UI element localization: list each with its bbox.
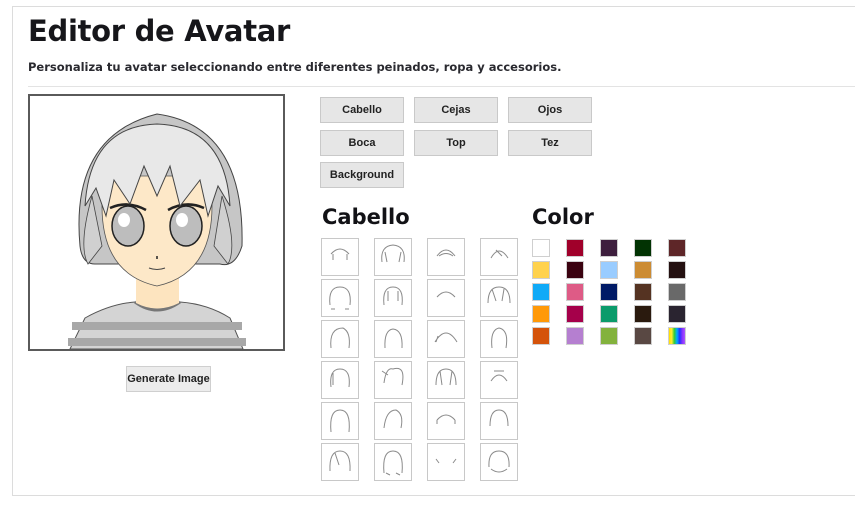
hairstyle-option[interactable] bbox=[321, 402, 359, 440]
hairstyle-thumbnail-icon bbox=[383, 409, 403, 429]
hairstyle-grid bbox=[321, 238, 518, 481]
hairstyle-option[interactable] bbox=[374, 238, 412, 276]
hairstyle-thumbnail-icon bbox=[436, 291, 456, 298]
hairstyle-thumbnail-icon bbox=[435, 368, 457, 386]
hairstyle-option[interactable] bbox=[427, 279, 465, 317]
category-boca-button[interactable]: Boca bbox=[320, 130, 404, 156]
hairstyle-thumbnail-icon bbox=[330, 368, 350, 388]
hairstyle-thumbnail-icon bbox=[381, 367, 404, 386]
color-palette bbox=[532, 239, 686, 345]
hairstyle-option[interactable] bbox=[480, 320, 518, 358]
avatar-preview-image bbox=[68, 113, 246, 349]
hairstyle-thumbnail-icon bbox=[490, 249, 509, 259]
hairstyle-thumbnail-icon bbox=[489, 409, 509, 427]
hairstyle-option[interactable] bbox=[321, 238, 359, 276]
hairstyle-option[interactable] bbox=[480, 238, 518, 276]
color-swatch[interactable] bbox=[600, 305, 618, 323]
hairstyle-option[interactable] bbox=[374, 402, 412, 440]
hairstyle-thumbnail-icon bbox=[436, 249, 456, 257]
hairstyle-thumbnail-icon bbox=[383, 286, 403, 306]
page-subtitle: Personaliza tu avatar seleccionando entr… bbox=[28, 60, 562, 74]
color-swatch[interactable] bbox=[566, 305, 584, 323]
color-swatch[interactable] bbox=[600, 283, 618, 301]
color-swatch[interactable] bbox=[532, 261, 550, 279]
hairstyle-thumbnail-icon bbox=[384, 328, 403, 349]
hairstyle-thumbnail-icon bbox=[330, 327, 350, 349]
avatar-preview bbox=[28, 94, 285, 351]
hairstyle-thumbnail-icon bbox=[330, 409, 350, 433]
color-swatch[interactable] bbox=[532, 283, 550, 301]
hairstyle-option[interactable] bbox=[427, 320, 465, 358]
hairstyle-thumbnail-icon bbox=[329, 286, 351, 310]
color-swatch[interactable] bbox=[600, 261, 618, 279]
hairstyle-thumbnail-icon bbox=[488, 450, 510, 473]
hairstyle-option[interactable] bbox=[321, 320, 359, 358]
hairstyle-option[interactable] bbox=[480, 402, 518, 440]
hairstyle-option[interactable] bbox=[321, 279, 359, 317]
hairstyle-option[interactable] bbox=[321, 361, 359, 399]
hairstyle-thumbnail-icon bbox=[434, 332, 458, 343]
hairstyle-thumbnail-icon bbox=[435, 458, 457, 464]
category-top-button[interactable]: Top bbox=[414, 130, 498, 156]
hairstyle-thumbnail-icon bbox=[381, 244, 405, 263]
hairstyle-option[interactable] bbox=[374, 279, 412, 317]
hairstyle-option[interactable] bbox=[427, 361, 465, 399]
category-cabello-button[interactable]: Cabello bbox=[320, 97, 404, 123]
hairstyle-option[interactable] bbox=[321, 443, 359, 481]
hairstyle-option[interactable] bbox=[374, 320, 412, 358]
color-swatch[interactable] bbox=[600, 327, 618, 345]
hairstyle-option[interactable] bbox=[374, 361, 412, 399]
color-swatch[interactable] bbox=[532, 239, 550, 257]
color-swatch[interactable] bbox=[634, 261, 652, 279]
divider bbox=[28, 86, 855, 87]
color-swatch[interactable] bbox=[668, 261, 686, 279]
color-swatch-rainbow[interactable] bbox=[668, 327, 686, 345]
hairstyle-thumbnail-icon bbox=[487, 286, 511, 304]
color-swatch[interactable] bbox=[668, 239, 686, 257]
color-swatch[interactable] bbox=[668, 283, 686, 301]
color-swatch[interactable] bbox=[634, 283, 652, 301]
hair-section-title: Cabello bbox=[322, 205, 410, 229]
category-background-button[interactable]: Background bbox=[320, 162, 404, 188]
color-swatch[interactable] bbox=[532, 327, 550, 345]
color-swatch[interactable] bbox=[668, 305, 686, 323]
hairstyle-option[interactable] bbox=[374, 443, 412, 481]
color-swatch[interactable] bbox=[634, 327, 652, 345]
category-ojos-button[interactable]: Ojos bbox=[508, 97, 592, 123]
hairstyle-thumbnail-icon bbox=[330, 248, 350, 260]
hairstyle-thumbnail-icon bbox=[329, 450, 351, 472]
color-swatch[interactable] bbox=[634, 305, 652, 323]
color-section-title: Color bbox=[532, 205, 594, 229]
hairstyle-thumbnail-icon bbox=[383, 450, 403, 476]
hairstyle-thumbnail-icon bbox=[491, 327, 508, 349]
color-swatch[interactable] bbox=[566, 327, 584, 345]
hairstyle-option[interactable] bbox=[427, 402, 465, 440]
hairstyle-option[interactable] bbox=[427, 238, 465, 276]
category-tez-button[interactable]: Tez bbox=[508, 130, 592, 156]
color-swatch[interactable] bbox=[532, 305, 550, 323]
category-cejas-button[interactable]: Cejas bbox=[414, 97, 498, 123]
color-swatch[interactable] bbox=[634, 239, 652, 257]
color-swatch[interactable] bbox=[566, 283, 584, 301]
color-swatch[interactable] bbox=[600, 239, 618, 257]
hairstyle-option[interactable] bbox=[480, 443, 518, 481]
hairstyle-thumbnail-icon bbox=[436, 414, 456, 424]
hairstyle-option[interactable] bbox=[427, 443, 465, 481]
hairstyle-option[interactable] bbox=[480, 279, 518, 317]
hairstyle-option[interactable] bbox=[480, 361, 518, 399]
color-swatch[interactable] bbox=[566, 261, 584, 279]
color-swatch[interactable] bbox=[566, 239, 584, 257]
generate-image-button[interactable]: Generate Image bbox=[126, 366, 211, 392]
hairstyle-thumbnail-icon bbox=[490, 370, 508, 382]
page-title: Editor de Avatar bbox=[28, 14, 291, 48]
